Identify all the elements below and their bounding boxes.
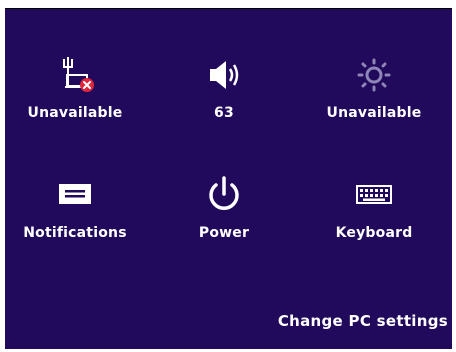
network-unavailable-icon: [53, 55, 97, 95]
notifications-tile[interactable]: Notifications: [5, 175, 145, 265]
power-label: Power: [198, 225, 250, 241]
power-tile[interactable]: Power: [154, 175, 294, 265]
keyboard-label: Keyboard: [335, 225, 413, 241]
settings-charm-panel: Unavailable 63 Unavailable Notifications…: [5, 8, 452, 349]
keyboard-tile[interactable]: Keyboard: [304, 175, 444, 265]
network-tile[interactable]: Unavailable: [5, 55, 145, 145]
network-label: Unavailable: [27, 105, 123, 121]
keyboard-icon: [352, 175, 396, 215]
volume-tile[interactable]: 63: [154, 55, 294, 145]
brightness-icon: [352, 55, 396, 95]
brightness-label: Unavailable: [326, 105, 422, 121]
power-icon: [202, 175, 246, 215]
change-pc-settings-link[interactable]: Change PC settings: [278, 312, 448, 330]
volume-level-label: 63: [214, 105, 234, 121]
brightness-tile[interactable]: Unavailable: [304, 55, 444, 145]
speaker-icon: [202, 55, 246, 95]
notifications-icon: [53, 175, 97, 215]
notifications-label: Notifications: [23, 225, 127, 241]
